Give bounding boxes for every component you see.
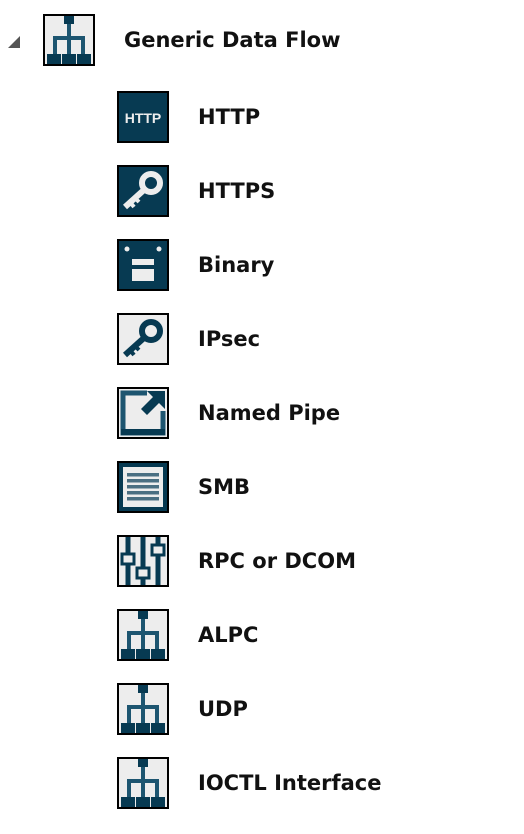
tree-node-smb[interactable]: SMB [117, 461, 250, 513]
tree-node-alpc[interactable]: ALPC [117, 609, 258, 661]
tree-node-label: HTTP [198, 105, 261, 129]
tree-node-label: RPC or DCOM [198, 549, 356, 573]
binary-icon [117, 239, 169, 291]
tree-node-label: UDP [198, 697, 248, 721]
tree-node-rpc-or-dcom[interactable]: RPC or DCOM [117, 535, 356, 587]
tree-node-label: Binary [198, 253, 275, 277]
network-tree-icon [117, 609, 169, 661]
tree-node-label: Named Pipe [198, 401, 341, 425]
tree-node-udp[interactable]: UDP [117, 683, 248, 735]
network-tree-icon [43, 14, 95, 66]
named-pipe-icon [117, 387, 169, 439]
key-icon [117, 313, 169, 365]
tree-node-ioctl-interface[interactable]: IOCTL Interface [117, 757, 382, 809]
sliders-icon [117, 535, 169, 587]
tree-node-https[interactable]: HTTPS [117, 165, 275, 217]
tree-node-label: IOCTL Interface [198, 771, 382, 795]
http-icon: HTTP [117, 91, 169, 143]
tree-node-ipsec[interactable]: IPsec [117, 313, 260, 365]
tree-node-label: HTTPS [198, 179, 276, 203]
tree-node-label: ALPC [198, 623, 259, 647]
expand-collapse-icon[interactable] [8, 36, 20, 48]
tree-node-label: SMB [198, 475, 251, 499]
svg-text:HTTP: HTTP [125, 110, 162, 126]
tree-node-binary[interactable]: Binary [117, 239, 274, 291]
document-lines-icon [117, 461, 169, 513]
network-tree-icon [117, 683, 169, 735]
tree-node-http[interactable]: HTTP HTTP [117, 91, 260, 143]
key-icon [117, 165, 169, 217]
tree-node-named-pipe[interactable]: Named Pipe [117, 387, 340, 439]
network-tree-icon [117, 757, 169, 809]
tree-node-label: Generic Data Flow [124, 28, 341, 52]
tree-node-label: IPsec [198, 327, 261, 351]
tree-node-generic-data-flow[interactable]: Generic Data Flow [43, 14, 340, 66]
